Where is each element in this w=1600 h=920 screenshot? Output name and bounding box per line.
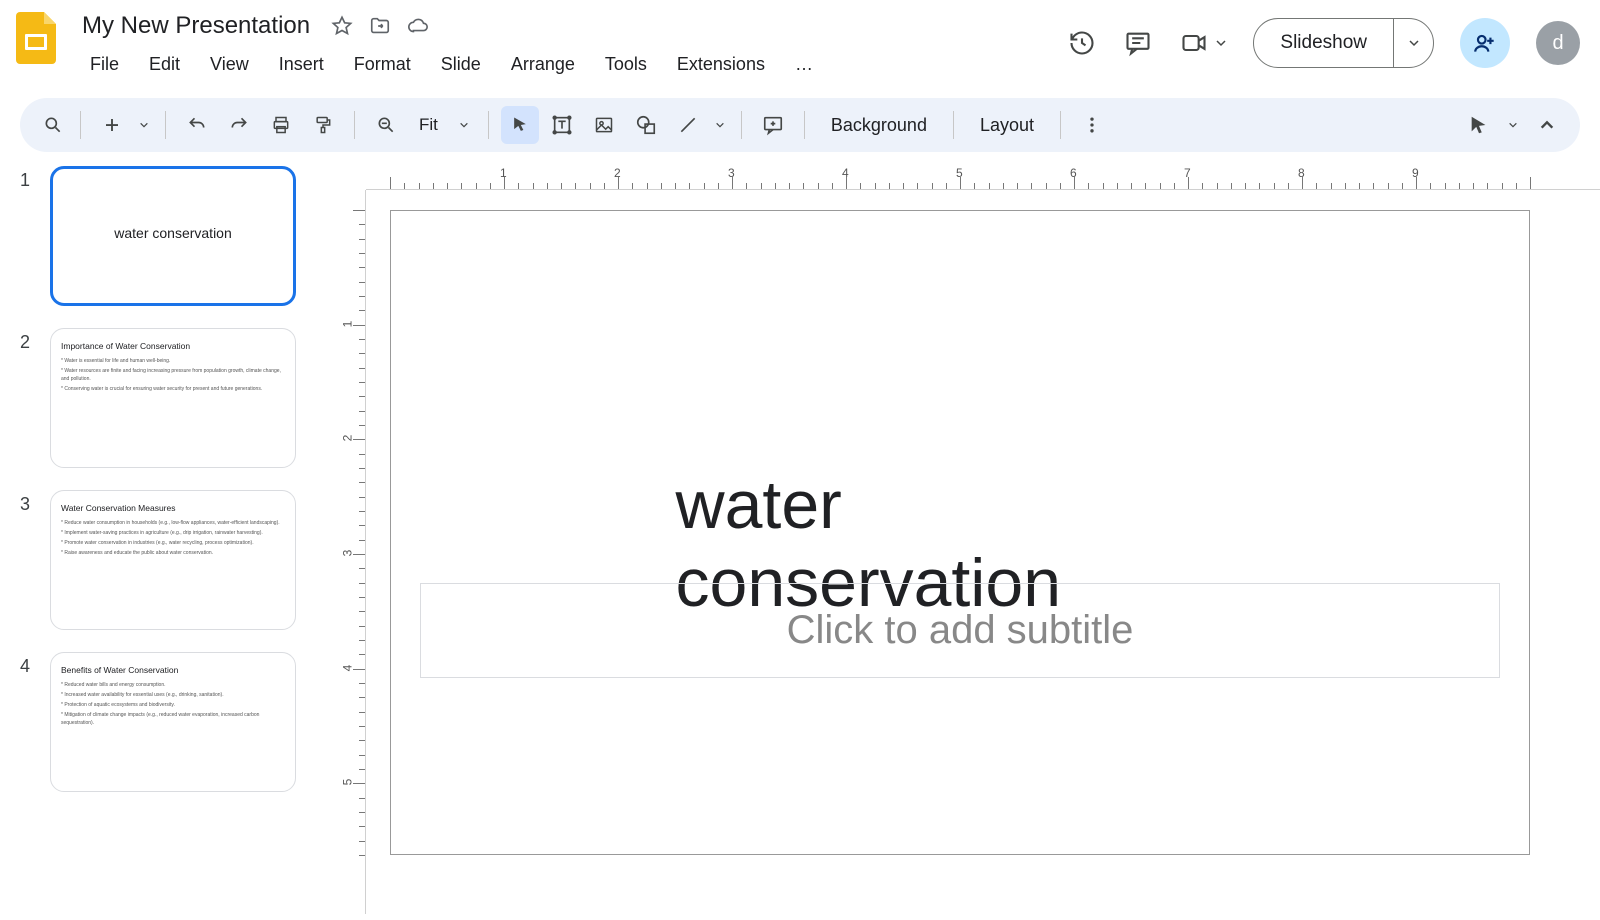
thumbnail-title: water conservation: [114, 225, 232, 241]
thumbnail-title: Water Conservation Measures: [61, 503, 285, 513]
menu-slide[interactable]: Slide: [427, 48, 495, 81]
shape-tool[interactable]: [627, 106, 665, 144]
title-area: My New Presentation File Edit View Inser…: [76, 10, 827, 81]
thumbnail-bullet: * Promote water conservation in industri…: [61, 539, 285, 547]
move-to-folder-icon[interactable]: [368, 14, 392, 38]
slide-filmstrip[interactable]: 1 water conservation 2 Importance of Wat…: [0, 166, 320, 914]
thumbnail-bullet: * Water resources are finite and facing …: [61, 367, 285, 383]
thumbnail-bullet: * Reduce water consumption in households…: [61, 519, 285, 527]
thumbnail-bullet: * Protection of aquatic ecosystems and b…: [61, 701, 285, 709]
paint-format-button[interactable]: [304, 106, 342, 144]
thumbnail-bullet: * Reduced water bills and energy consump…: [61, 681, 285, 689]
slide-number: 2: [20, 328, 50, 353]
share-button[interactable]: [1460, 18, 1510, 68]
select-tool[interactable]: [501, 106, 539, 144]
menu-overflow[interactable]: …: [781, 48, 827, 81]
search-menu-button[interactable]: [34, 106, 72, 144]
slide-thumbnail-4[interactable]: Benefits of Water Conservation * Reduced…: [50, 652, 296, 792]
menu-edit[interactable]: Edit: [135, 48, 194, 81]
history-icon[interactable]: [1067, 28, 1097, 58]
hide-menus-button[interactable]: [1528, 106, 1566, 144]
slideshow-button[interactable]: Slideshow: [1254, 19, 1393, 67]
menu-insert[interactable]: Insert: [265, 48, 338, 81]
menu-view[interactable]: View: [196, 48, 263, 81]
cloud-status-icon[interactable]: [406, 14, 430, 38]
slide-thumbnail-1[interactable]: water conservation: [50, 166, 296, 306]
canvas-area: 123456789 12345 water conservation Click…: [320, 166, 1600, 914]
slide-canvas[interactable]: water conservation Click to add subtitle: [390, 210, 1530, 855]
meet-icon[interactable]: [1179, 28, 1209, 58]
account-avatar[interactable]: d: [1536, 21, 1580, 65]
thumbnail-bullet: * Increased water availability for essen…: [61, 691, 285, 699]
comment-button[interactable]: [754, 106, 792, 144]
thumbnail-title: Benefits of Water Conservation: [61, 665, 285, 675]
new-slide-button[interactable]: [93, 106, 131, 144]
workspace: 1 water conservation 2 Importance of Wat…: [0, 152, 1600, 914]
thumbnail-bullet: * Implement water-saving practices in ag…: [61, 529, 285, 537]
horizontal-ruler[interactable]: 123456789: [366, 166, 1600, 190]
header-actions: Slideshow d: [1067, 10, 1580, 68]
redo-button[interactable]: [220, 106, 258, 144]
slide-number: 1: [20, 166, 50, 191]
mode-dropdown[interactable]: [1504, 106, 1522, 144]
star-icon[interactable]: [330, 14, 354, 38]
subtitle-placeholder-box[interactable]: Click to add subtitle: [420, 583, 1500, 678]
thumbnail-bullet: * Mitigation of climate change impacts (…: [61, 711, 285, 727]
line-tool-dropdown[interactable]: [711, 106, 729, 144]
zoom-dropdown[interactable]: [452, 106, 476, 144]
background-button[interactable]: Background: [817, 115, 941, 136]
new-slide-dropdown[interactable]: [135, 106, 153, 144]
menu-file[interactable]: File: [76, 48, 133, 81]
slideshow-dropdown[interactable]: [1393, 19, 1433, 67]
zoom-level[interactable]: Fit: [409, 115, 448, 135]
slide-thumbnail-2[interactable]: Importance of Water Conservation * Water…: [50, 328, 296, 468]
menu-bar: File Edit View Insert Format Slide Arran…: [76, 48, 827, 81]
dropdown-caret-icon[interactable]: [1215, 37, 1227, 49]
zoom-out-button[interactable]: [367, 106, 405, 144]
menu-tools[interactable]: Tools: [591, 48, 661, 81]
thumbnail-title: Importance of Water Conservation: [61, 341, 285, 351]
print-button[interactable]: [262, 106, 300, 144]
slide-number: 4: [20, 652, 50, 677]
textbox-tool[interactable]: [543, 106, 581, 144]
thumbnail-bullet: * Raise awareness and educate the public…: [61, 549, 285, 557]
slide-thumbnail-3[interactable]: Water Conservation Measures * Reduce wat…: [50, 490, 296, 630]
image-tool[interactable]: [585, 106, 623, 144]
slides-logo[interactable]: [14, 10, 58, 66]
app-header: My New Presentation File Edit View Inser…: [0, 0, 1600, 92]
thumbnail-bullet: * Water is essential for life and human …: [61, 357, 285, 365]
menu-arrange[interactable]: Arrange: [497, 48, 589, 81]
thumbnail-bullet: * Conserving water is crucial for ensuri…: [61, 385, 285, 393]
vertical-ruler[interactable]: 12345: [342, 190, 366, 914]
undo-button[interactable]: [178, 106, 216, 144]
comments-icon[interactable]: [1123, 28, 1153, 58]
toolbar: Fit Background Layout: [20, 98, 1580, 152]
layout-button[interactable]: Layout: [966, 115, 1048, 136]
menu-format[interactable]: Format: [340, 48, 425, 81]
menu-extensions[interactable]: Extensions: [663, 48, 779, 81]
subtitle-placeholder-text: Click to add subtitle: [787, 608, 1134, 653]
slide-number: 3: [20, 490, 50, 515]
mode-button[interactable]: [1460, 106, 1498, 144]
slideshow-button-group: Slideshow: [1253, 18, 1434, 68]
more-options-button[interactable]: [1073, 106, 1111, 144]
doc-title[interactable]: My New Presentation: [76, 10, 316, 42]
line-tool[interactable]: [669, 106, 707, 144]
